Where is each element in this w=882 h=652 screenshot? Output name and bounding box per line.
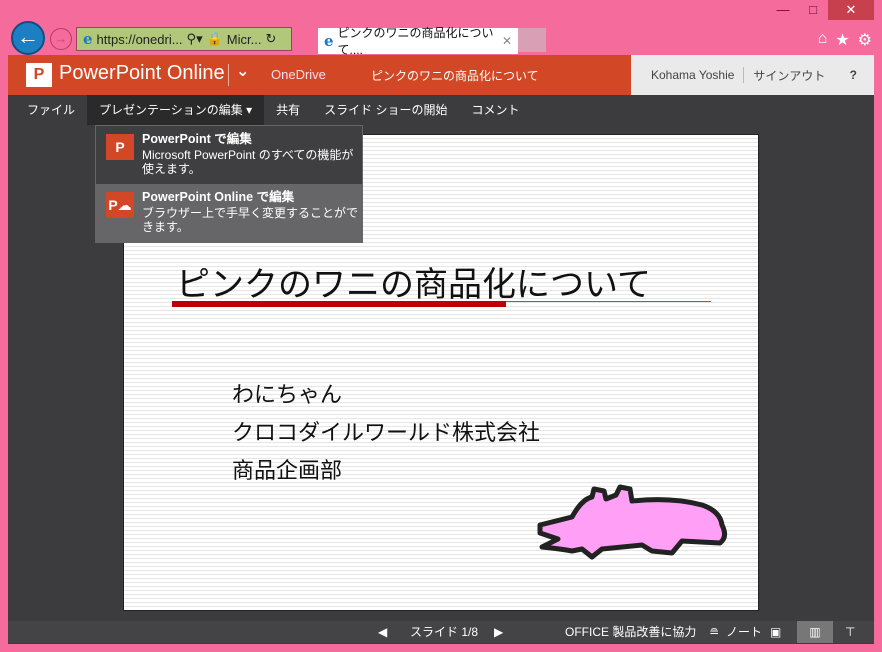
new-tab-button[interactable] xyxy=(518,28,546,52)
site-text: Micr... xyxy=(226,31,262,47)
crocodile-image xyxy=(537,484,728,560)
normal-view-icon[interactable]: ▣ xyxy=(770,621,781,643)
forward-button[interactable]: → xyxy=(50,28,72,50)
item-desc: Microsoft PowerPoint のすべての機能が使えます。 xyxy=(142,148,354,176)
menu-share[interactable]: 共有 xyxy=(264,95,312,125)
powerpoint-online-icon: P☁ xyxy=(106,192,134,218)
address-bar[interactable]: e https://onedri... ⚲▾ 🔒 Micr... ↻ xyxy=(76,27,292,51)
notes-icon[interactable]: ≘ xyxy=(709,621,719,643)
ie-icon: e xyxy=(83,30,93,48)
browser-icons: ⌂ ★ ⚙ xyxy=(818,30,872,50)
slide-line: クロコダイルワールド株式会社 xyxy=(232,420,541,445)
powerpoint-logo-icon: P xyxy=(26,63,52,87)
maximize-button[interactable]: □ xyxy=(798,0,828,20)
feedback-link[interactable]: OFFICE 製品改善に協力 xyxy=(565,621,696,643)
powerpoint-icon: P xyxy=(106,134,134,160)
star-icon[interactable]: ★ xyxy=(835,30,849,50)
browser-tab[interactable]: e ピンクのワニの商品化について.... ✕ xyxy=(318,26,518,57)
edit-dropdown: P PowerPoint で編集 Microsoft PowerPoint のす… xyxy=(95,125,363,243)
window-controls: — □ ✕ xyxy=(768,0,874,20)
slideshow-view-icon[interactable]: ⊤ xyxy=(845,621,855,643)
status-bar: ◀ スライド 1/8 ▶ OFFICE 製品改善に協力 ≘ ノート ▣ ▥ ⊤ xyxy=(8,621,874,643)
lock-icon: 🔒 xyxy=(206,31,223,46)
onedrive-link[interactable]: OneDrive xyxy=(271,67,326,82)
gear-icon[interactable]: ⚙ xyxy=(858,30,872,50)
chevron-down-icon[interactable]: ⌄ xyxy=(236,61,249,81)
title-underline xyxy=(172,301,506,307)
edit-in-powerpoint[interactable]: P PowerPoint で編集 Microsoft PowerPoint のす… xyxy=(96,126,362,184)
next-slide-icon[interactable]: ▶ xyxy=(494,621,503,643)
menu-edit-presentation[interactable]: プレゼンテーションの編集 ▾ xyxy=(87,95,265,125)
app-title[interactable]: PowerPoint Online xyxy=(59,62,225,85)
menu-file[interactable]: ファイル xyxy=(8,95,87,125)
app: P PowerPoint Online ⌄ OneDrive ピンクのワニの商品… xyxy=(8,55,874,644)
notes-button[interactable]: ノート xyxy=(726,621,762,643)
url-text: https://onedri... xyxy=(96,31,183,47)
item-desc: ブラウザー上で手早く変更することができます。 xyxy=(142,206,359,234)
edit-in-powerpoint-online[interactable]: P☁ PowerPoint Online で編集 ブラウザー上で手早く変更するこ… xyxy=(96,184,362,242)
home-icon[interactable]: ⌂ xyxy=(818,30,828,50)
title-underline-thin xyxy=(506,301,711,302)
item-title: PowerPoint で編集 xyxy=(142,132,252,146)
user-area: Kohama Yoshie サインアウト ? xyxy=(631,55,874,95)
close-tab-icon[interactable]: ✕ xyxy=(502,34,512,48)
close-button[interactable]: ✕ xyxy=(828,0,874,20)
minimize-button[interactable]: — xyxy=(768,0,798,20)
search-icon[interactable]: ⚲▾ xyxy=(187,31,203,47)
back-button[interactable]: ← xyxy=(11,21,45,55)
user-name[interactable]: Kohama Yoshie xyxy=(642,68,743,82)
item-title: PowerPoint Online で編集 xyxy=(142,190,295,204)
document-title: ピンクのワニの商品化について xyxy=(371,69,539,83)
menu-bar: ファイル プレゼンテーションの編集 ▾ 共有 スライド ショーの開始 コメント xyxy=(8,95,874,125)
ie-icon: e xyxy=(324,32,334,50)
app-header: P PowerPoint Online ⌄ OneDrive ピンクのワニの商品… xyxy=(8,55,874,95)
signout-link[interactable]: サインアウト xyxy=(744,67,834,84)
menu-comment[interactable]: コメント xyxy=(460,95,532,125)
divider xyxy=(228,64,229,86)
help-button[interactable]: ? xyxy=(841,68,866,82)
prev-slide-icon[interactable]: ◀ xyxy=(378,621,387,643)
reading-view-icon[interactable]: ▥ xyxy=(797,621,833,643)
slide-title: ピンクのワニの商品化について xyxy=(176,266,651,304)
slide-counter: スライド 1/8 xyxy=(410,625,479,639)
menu-slideshow[interactable]: スライド ショーの開始 xyxy=(312,95,459,125)
tab-title: ピンクのワニの商品化について.... xyxy=(337,26,494,57)
slide-line: わにちゃん xyxy=(232,382,343,407)
slide-line: 商品企画部 xyxy=(232,458,343,483)
refresh-icon[interactable]: ↻ xyxy=(265,31,276,47)
